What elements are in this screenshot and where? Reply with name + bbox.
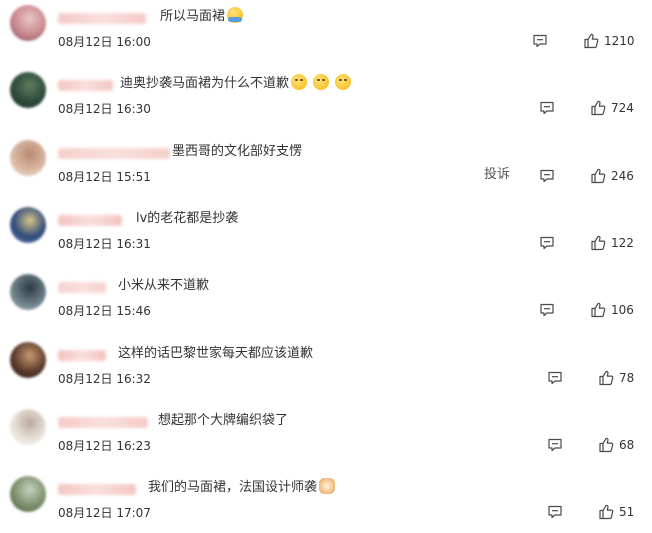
user-avatar[interactable]: [10, 274, 46, 310]
like-count[interactable]: 724: [611, 99, 634, 117]
username-blurred[interactable]: [58, 148, 170, 159]
like-count[interactable]: 106: [611, 301, 634, 319]
like-count[interactable]: 68: [619, 436, 634, 454]
user-avatar[interactable]: [10, 409, 46, 445]
comment-body: 小米从来不道歉: [118, 278, 210, 293]
comment-timestamp: 08月12日 16:23: [58, 439, 151, 453]
comment-timestamp: 08月12日 16:30: [58, 102, 151, 116]
user-avatar[interactable]: [10, 140, 46, 176]
comment-item: 所以马面裙 08月12日 16:00 1210: [0, 0, 652, 67]
thumbs-up-icon[interactable]: [590, 167, 607, 184]
reply-icon[interactable]: [539, 168, 555, 184]
comment-item: 想起那个大牌编织袋了 08月12日 16:23 68: [0, 404, 652, 471]
comment-timestamp: 08月12日 15:46: [58, 304, 151, 318]
comment-body: lv的老花都是抄袭: [136, 211, 239, 226]
face-emoji-icon: [313, 74, 330, 90]
cat-emoji-icon: [319, 478, 336, 494]
thumbs-up-icon[interactable]: [598, 436, 615, 453]
comment-text: 小米从来不道歉: [118, 275, 209, 297]
like-count[interactable]: 78: [619, 369, 634, 387]
comment-item: 迪奥抄袭马面裙为什么不道歉 08月12日 16:30 724: [0, 67, 652, 134]
thumbs-up-icon[interactable]: [598, 369, 615, 386]
comment-body: 这样的话巴黎世家每天都应该道歉: [118, 346, 314, 361]
face-emoji-icon: [291, 74, 308, 90]
comment-timestamp: 08月12日 16:31: [58, 237, 151, 251]
thumbs-up-icon[interactable]: [583, 32, 600, 49]
report-button[interactable]: 投诉: [484, 165, 510, 185]
thumbs-up-icon[interactable]: [590, 99, 607, 116]
reply-icon[interactable]: [547, 370, 563, 386]
reply-icon[interactable]: [547, 437, 563, 453]
comment-body: 迪奥抄袭马面裙为什么不道歉: [120, 76, 290, 91]
comment-text: 墨西哥的文化部好支愣: [172, 141, 302, 163]
comment-text: lv的老花都是抄袭: [136, 208, 238, 230]
reply-icon[interactable]: [547, 504, 563, 520]
username-blurred[interactable]: [58, 13, 146, 24]
username-blurred[interactable]: [58, 282, 106, 293]
reply-icon[interactable]: [532, 33, 548, 49]
comment-text: 我们的马面裙，法国设计师袭: [148, 477, 336, 499]
comment-body: 我们的马面裙，法国设计师袭: [148, 480, 318, 495]
hug-emoji-icon: [227, 7, 244, 23]
comment-timestamp: 08月12日 15:51: [58, 170, 151, 184]
username-blurred[interactable]: [58, 484, 136, 495]
username-blurred[interactable]: [58, 350, 106, 361]
username-blurred[interactable]: [58, 215, 122, 226]
comment-body: 墨西哥的文化部好支愣: [172, 144, 303, 159]
reply-icon[interactable]: [539, 302, 555, 318]
thumbs-up-icon[interactable]: [590, 234, 607, 251]
user-avatar[interactable]: [10, 342, 46, 378]
comment-item: 墨西哥的文化部好支愣 08月12日 15:51 投诉 246: [0, 135, 652, 202]
like-count[interactable]: 122: [611, 234, 634, 252]
comment-timestamp: 08月12日 16:00: [58, 35, 151, 49]
reply-icon[interactable]: [539, 235, 555, 251]
reply-icon[interactable]: [539, 100, 555, 116]
like-count[interactable]: 51: [619, 503, 634, 521]
comment-item: lv的老花都是抄袭 08月12日 16:31 122: [0, 202, 652, 269]
comment-item: 小米从来不道歉 08月12日 15:46 106: [0, 269, 652, 336]
comment-item: 我们的马面裙，法国设计师袭 08月12日 17:07 51: [0, 471, 652, 533]
like-count[interactable]: 1210: [604, 32, 635, 50]
user-avatar[interactable]: [10, 476, 46, 512]
comment-body: 所以马面裙: [160, 9, 226, 24]
comment-text: 这样的话巴黎世家每天都应该道歉: [118, 343, 313, 365]
thumbs-up-icon[interactable]: [598, 503, 615, 520]
username-blurred[interactable]: [58, 80, 113, 91]
user-avatar[interactable]: [10, 5, 46, 41]
comment-item: 这样的话巴黎世家每天都应该道歉 08月12日 16:32 78: [0, 337, 652, 404]
comment-text: 迪奥抄袭马面裙为什么不道歉: [120, 73, 352, 95]
comment-timestamp: 08月12日 16:32: [58, 372, 151, 386]
comment-timestamp: 08月12日 17:07: [58, 506, 151, 520]
comment-body: 想起那个大牌编织袋了: [158, 413, 289, 428]
comment-text: 想起那个大牌编织袋了: [158, 410, 288, 432]
face-emoji-icon: [335, 74, 352, 90]
comment-list: 所以马面裙 08月12日 16:00 1210 迪奥抄袭马面裙为什么不道歉 08月12日…: [0, 0, 652, 533]
username-blurred[interactable]: [58, 417, 148, 428]
comment-text: 所以马面裙: [160, 6, 244, 28]
user-avatar[interactable]: [10, 72, 46, 108]
thumbs-up-icon[interactable]: [590, 301, 607, 318]
user-avatar[interactable]: [10, 207, 46, 243]
like-count[interactable]: 246: [611, 167, 634, 185]
